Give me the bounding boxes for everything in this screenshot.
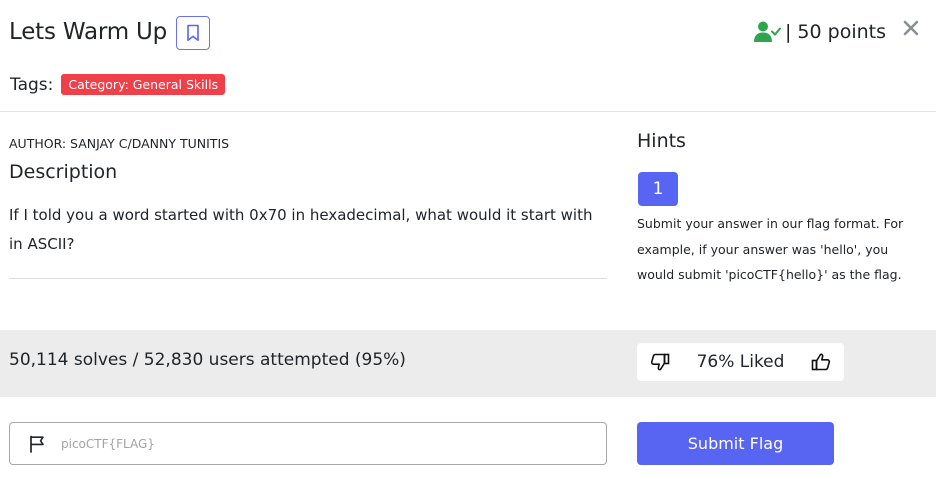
challenge-title: Lets Warm Up bbox=[9, 19, 168, 45]
points-area: | 50 points bbox=[753, 18, 886, 46]
description-text: If I told you a word started with 0x70 i… bbox=[9, 206, 593, 253]
user-check-icon bbox=[753, 21, 781, 42]
flag-icon bbox=[27, 434, 47, 454]
close-button[interactable] bbox=[900, 16, 922, 40]
thumbs-down-button[interactable] bbox=[649, 351, 671, 373]
hints-heading: Hints bbox=[637, 130, 686, 152]
points-value: | 50 points bbox=[784, 21, 886, 43]
like-panel: 76% Liked bbox=[637, 343, 844, 381]
hint-1-button[interactable]: 1 bbox=[638, 172, 678, 206]
tags-row: Tags: Category: General Skills bbox=[10, 74, 226, 95]
flag-field bbox=[9, 422, 607, 465]
description-heading: Description bbox=[9, 161, 118, 183]
thumbs-down-icon bbox=[650, 353, 670, 371]
tags-label: Tags: bbox=[10, 74, 54, 95]
category-tag[interactable]: Category: General Skills bbox=[61, 74, 226, 95]
liked-percentage: 76% Liked bbox=[696, 352, 785, 372]
bookmark-icon bbox=[187, 24, 199, 41]
bookmark-button[interactable] bbox=[176, 16, 210, 50]
solves-count: 50,114 solves / 52,830 users attempted (… bbox=[9, 350, 406, 370]
thumbs-up-icon bbox=[811, 353, 831, 371]
submit-flag-button[interactable]: Submit Flag bbox=[637, 422, 834, 465]
close-icon bbox=[903, 20, 919, 36]
author-line: AUTHOR: SANJAY C/DANNY TUNITIS bbox=[9, 136, 230, 151]
thumbs-up-button[interactable] bbox=[810, 351, 832, 373]
challenge-header: Lets Warm Up | 50 points Tags: Category:… bbox=[0, 0, 936, 112]
divider bbox=[9, 278, 607, 279]
hint-1-text: Submit your answer in our flag format. F… bbox=[637, 216, 904, 282]
flag-input[interactable] bbox=[61, 423, 606, 464]
